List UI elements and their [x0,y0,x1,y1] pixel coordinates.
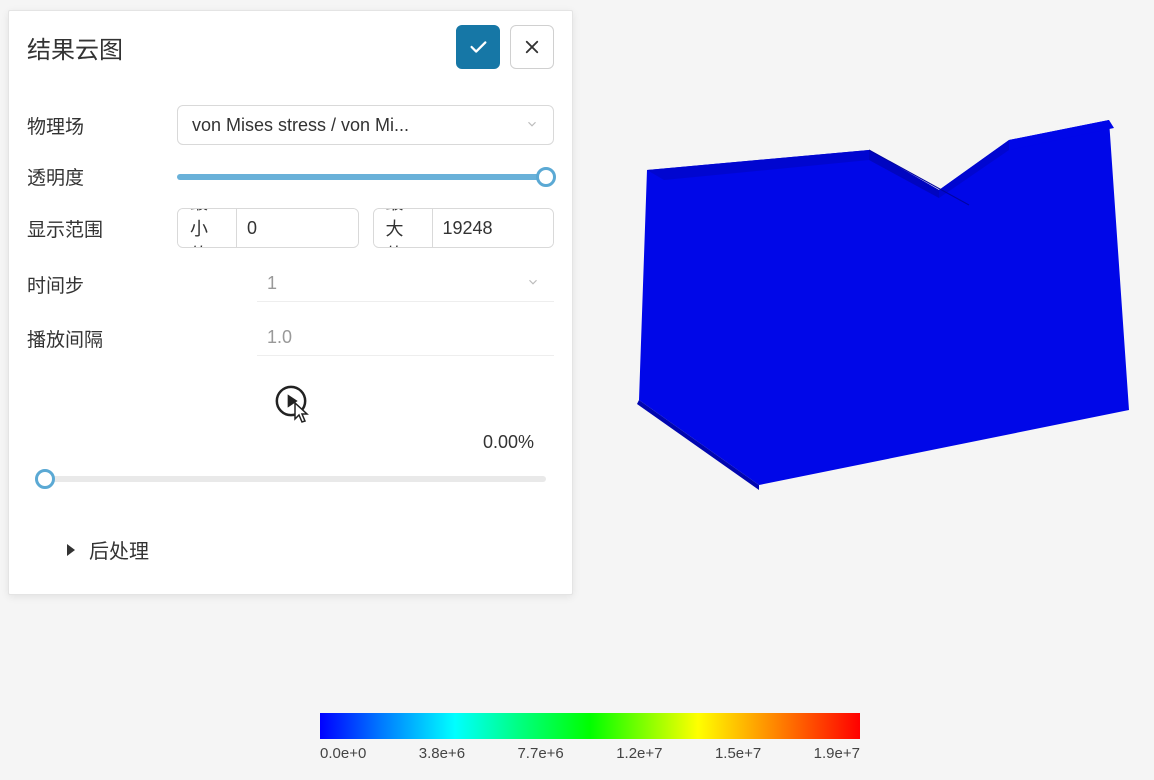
check-icon [467,36,489,58]
range-max-label: 最大值 [374,209,433,247]
range-max-wrap: 最大值 [373,208,555,248]
interval-label: 播放间隔 [27,325,257,352]
opacity-slider[interactable] [177,165,554,189]
legend-tick: 1.2e+7 [616,745,662,762]
range-max-input[interactable] [433,209,553,247]
timestep-value: 1 [267,273,277,294]
field-row: 物理场 von Mises stress / von Mi... [27,105,554,145]
panel-title: 结果云图 [27,30,446,65]
interval-input[interactable] [257,320,554,356]
interval-row: 播放间隔 [27,320,554,356]
panel-body: 物理场 von Mises stress / von Mi... 透明度 显示范… [9,79,572,594]
color-legend: 0.0e+0 3.8e+6 7.7e+6 1.2e+7 1.5e+7 1.9e+… [320,713,860,762]
panel-header: 结果云图 [9,11,572,79]
legend-tick: 3.8e+6 [419,745,465,762]
cursor-icon [287,401,311,427]
range-min-input[interactable] [237,209,357,247]
viewport-3d[interactable] [584,0,1154,620]
range-label: 显示范围 [27,215,177,242]
range-row: 显示范围 最小值 最大值 [27,208,554,248]
close-icon [523,38,541,56]
field-label: 物理场 [27,112,177,139]
chevron-down-icon [525,117,539,134]
model-contour [609,90,1129,530]
timestep-select[interactable]: 1 [257,266,554,302]
caret-right-icon [67,544,75,556]
opacity-row: 透明度 [27,163,554,190]
timestep-row: 时间步 1 [27,266,554,302]
field-select-value: von Mises stress / von Mi... [192,115,409,136]
opacity-label: 透明度 [27,163,177,190]
opacity-track [177,174,554,180]
progress-thumb[interactable] [35,469,55,489]
range-min-wrap: 最小值 [177,208,359,248]
legend-ticks: 0.0e+0 3.8e+6 7.7e+6 1.2e+7 1.5e+7 1.9e+… [320,745,860,762]
legend-tick: 1.5e+7 [715,745,761,762]
legend-tick: 1.9e+7 [814,745,860,762]
legend-bar [320,713,860,739]
confirm-button[interactable] [456,25,500,69]
opacity-thumb[interactable] [536,167,556,187]
play-button[interactable] [271,381,311,426]
field-select[interactable]: von Mises stress / von Mi... [177,105,554,145]
postprocess-section[interactable]: 后处理 [27,535,554,564]
timestep-label: 时间步 [27,271,257,298]
progress-percent: 0.00% [27,432,554,453]
contour-panel: 结果云图 物理场 von Mises stress / von Mi... 透明… [8,10,573,595]
range-min-label: 最小值 [178,209,237,247]
legend-tick: 7.7e+6 [517,745,563,762]
chevron-down-icon [526,275,540,292]
progress-track [35,476,546,482]
close-button[interactable] [510,25,554,69]
postprocess-label: 后处理 [89,535,149,564]
progress-slider[interactable] [27,467,554,491]
play-row [27,382,554,424]
legend-tick: 0.0e+0 [320,745,366,762]
range-group: 最小值 最大值 [177,208,554,248]
